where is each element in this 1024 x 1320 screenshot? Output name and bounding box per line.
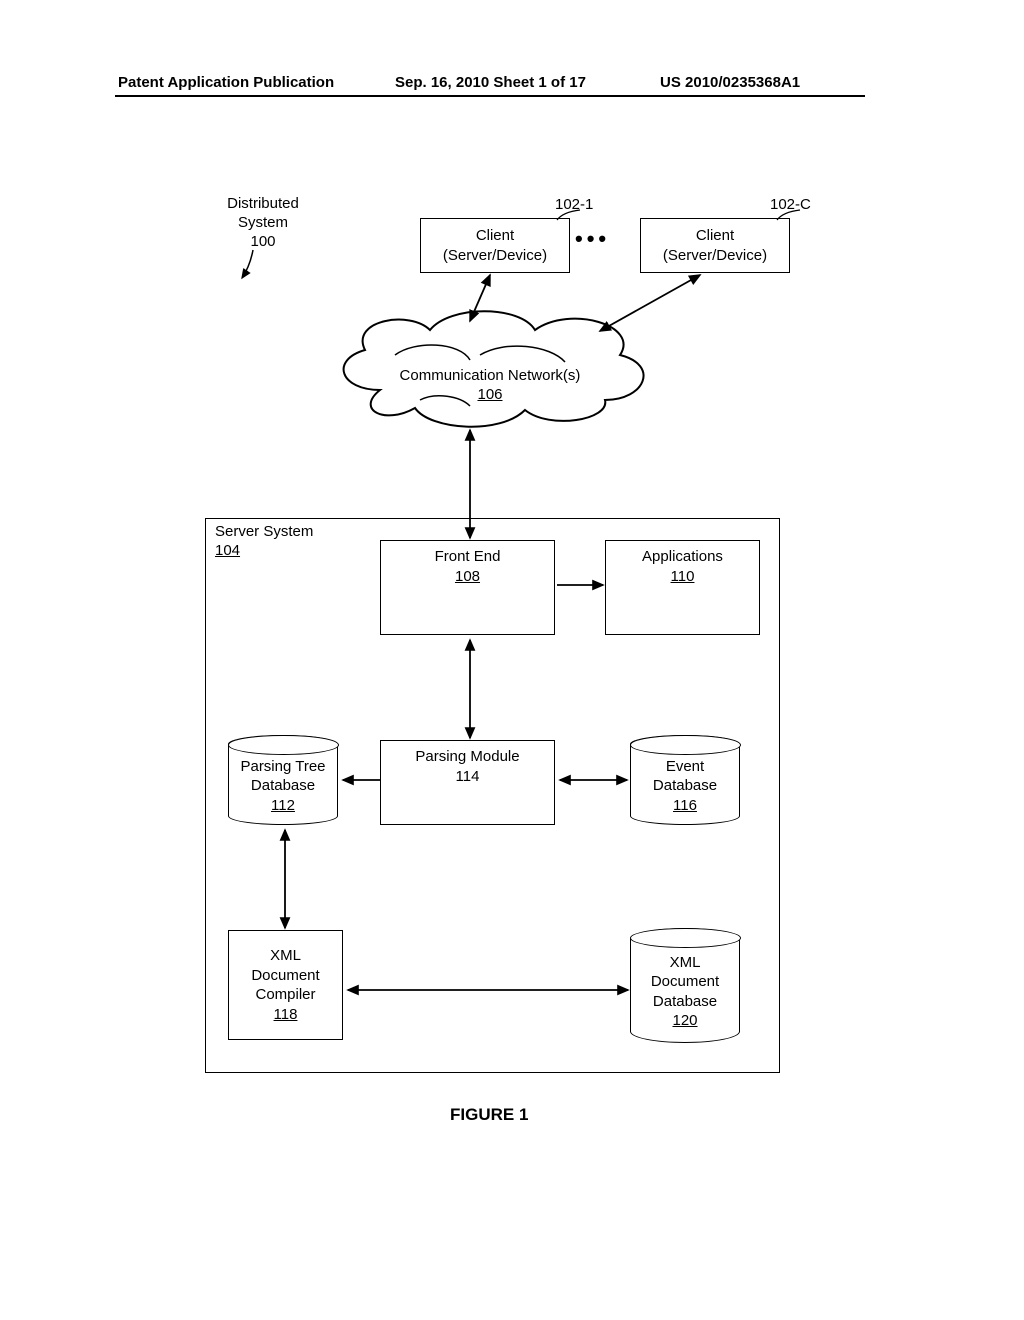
xml-db-ref: 120 [672, 1011, 697, 1031]
page: Patent Application Publication Sep. 16, … [0, 0, 1024, 1320]
parsing-tree-l2: Database [251, 776, 315, 796]
leader-102-1 [555, 208, 585, 228]
xml-db-l3: Database [653, 992, 717, 1012]
parsing-tree-l1: Parsing Tree [240, 757, 325, 777]
arrow-xml-compiler-xml-db [343, 980, 638, 1000]
label-distributed-system: Distributed System 100 [213, 195, 313, 251]
leader-102-c [775, 208, 805, 228]
header-center: Sep. 16, 2010 Sheet 1 of 17 [395, 74, 586, 91]
clientc-line2: (Server/Device) [663, 246, 767, 266]
parsing-module-text: Parsing Module [415, 747, 519, 767]
cloud-text: Communication Network(s) 106 [380, 367, 600, 405]
client1-line2: (Server/Device) [443, 246, 547, 266]
box-front-end: Front End 108 [380, 540, 555, 635]
arrow-frontend-parsing [455, 635, 485, 745]
arrow-parsing-tree-parsing [338, 770, 386, 790]
header-right: US 2010/0235368A1 [660, 74, 800, 91]
box-applications: Applications 110 [605, 540, 760, 635]
header-left: Patent Application Publication [118, 74, 334, 91]
box-parsing-module: Parsing Module 114 [380, 740, 555, 825]
clientc-line1: Client [696, 226, 734, 246]
parsing-module-ref: 114 [456, 767, 480, 787]
header-rule [115, 95, 865, 97]
db-event: Event Database 116 [630, 735, 740, 825]
frontend-ref: 108 [455, 567, 480, 587]
applications-text: Applications [642, 547, 723, 567]
leader-100 [238, 248, 278, 288]
db-parsing-tree: Parsing Tree Database 112 [228, 735, 338, 825]
parsing-tree-ref: 112 [271, 796, 295, 816]
cloud-ref: 106 [477, 386, 502, 403]
xml-compiler-l1: XML [270, 946, 301, 966]
server-system-text: Server System [215, 523, 313, 540]
arrow-parsing-event [555, 770, 635, 790]
event-db-l1: Event [666, 757, 704, 777]
box-client-c: Client (Server/Device) [640, 218, 790, 273]
db-xml-document: XML Document Database 120 [630, 928, 740, 1043]
arrow-frontend-applications [555, 575, 610, 595]
label-distributed-system-text: Distributed System [213, 195, 313, 233]
label-distributed-system-ref: 100 [250, 233, 275, 250]
event-db-l2: Database [653, 776, 717, 796]
figure-caption: FIGURE 1 [450, 1105, 528, 1125]
box-client-1: Client (Server/Device) [420, 218, 570, 273]
arrow-client1-cloud [460, 273, 520, 333]
server-system-ref: 104 [215, 542, 240, 559]
applications-ref: 110 [671, 567, 695, 587]
frontend-text: Front End [435, 547, 501, 567]
ellipsis-icon: ••• [575, 225, 610, 253]
xml-compiler-ref: 118 [274, 1005, 298, 1025]
cloud-line1: Communication Network(s) [400, 367, 581, 384]
xml-db-l1: XML [670, 953, 701, 973]
client1-line1: Client [476, 226, 514, 246]
xml-compiler-l3: Compiler [255, 985, 315, 1005]
xml-compiler-l2: Document [251, 966, 319, 986]
arrow-clientc-cloud [590, 273, 710, 343]
event-db-ref: 116 [673, 796, 697, 816]
box-xml-compiler: XML Document Compiler 118 [228, 930, 343, 1040]
xml-db-l2: Document [651, 972, 719, 992]
label-server-system: Server System 104 [215, 523, 313, 561]
arrow-parsing-tree-xml-compiler [270, 825, 300, 935]
